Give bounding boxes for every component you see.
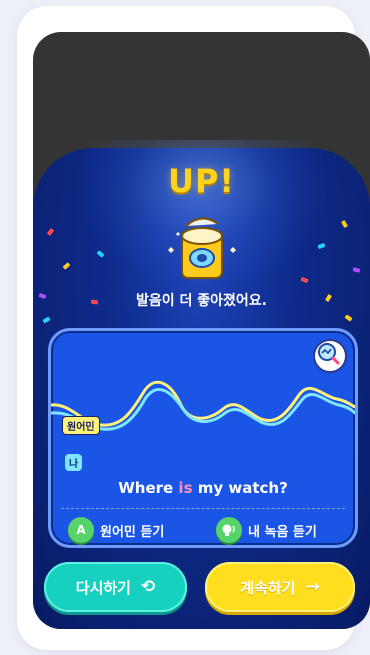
listen-recording-button[interactable]: 내 녹음 듣기 [216, 517, 317, 543]
result-message: 발음이 더 좋아졌어요. [136, 293, 267, 309]
result-title: UP! [167, 162, 236, 200]
listen-native-button[interactable]: A 원어민 듣기 [68, 517, 164, 543]
practice-sentence: Where is my watch? [51, 479, 355, 497]
native-speaker-tag: 원어민 [62, 416, 100, 435]
panel-divider [61, 508, 345, 509]
trophy-icon [168, 217, 236, 279]
pronunciation-panel: 원어민 나 Where is my watch? A 원어민 듣기 내 녹음 듣… [48, 328, 358, 548]
magnifier-icon [318, 343, 340, 365]
retry-label: 다시하기 [75, 578, 131, 597]
listen-native-label: 원어민 듣기 [100, 524, 165, 540]
retry-icon: ⟲ [140, 577, 156, 597]
sentence-text: my watch? [192, 479, 288, 497]
my-voice-icon [216, 517, 242, 543]
continue-button[interactable]: 계속하기 → [205, 562, 355, 612]
zoom-graph-button[interactable] [313, 339, 347, 373]
sentence-text: Where [118, 479, 179, 497]
sentence-highlight: is [178, 479, 193, 497]
arrow-right-icon: → [305, 577, 320, 597]
listen-recording-label: 내 녹음 듣기 [248, 524, 317, 540]
native-audio-icon: A [68, 517, 94, 543]
retry-button[interactable]: 다시하기 ⟲ [44, 562, 187, 612]
my-voice-tag: 나 [65, 454, 83, 471]
continue-label: 계속하기 [240, 578, 296, 597]
result-screen: UP! 발음이 더 좋아졌어요. 원어민 나 Where is my watch… [33, 32, 370, 629]
